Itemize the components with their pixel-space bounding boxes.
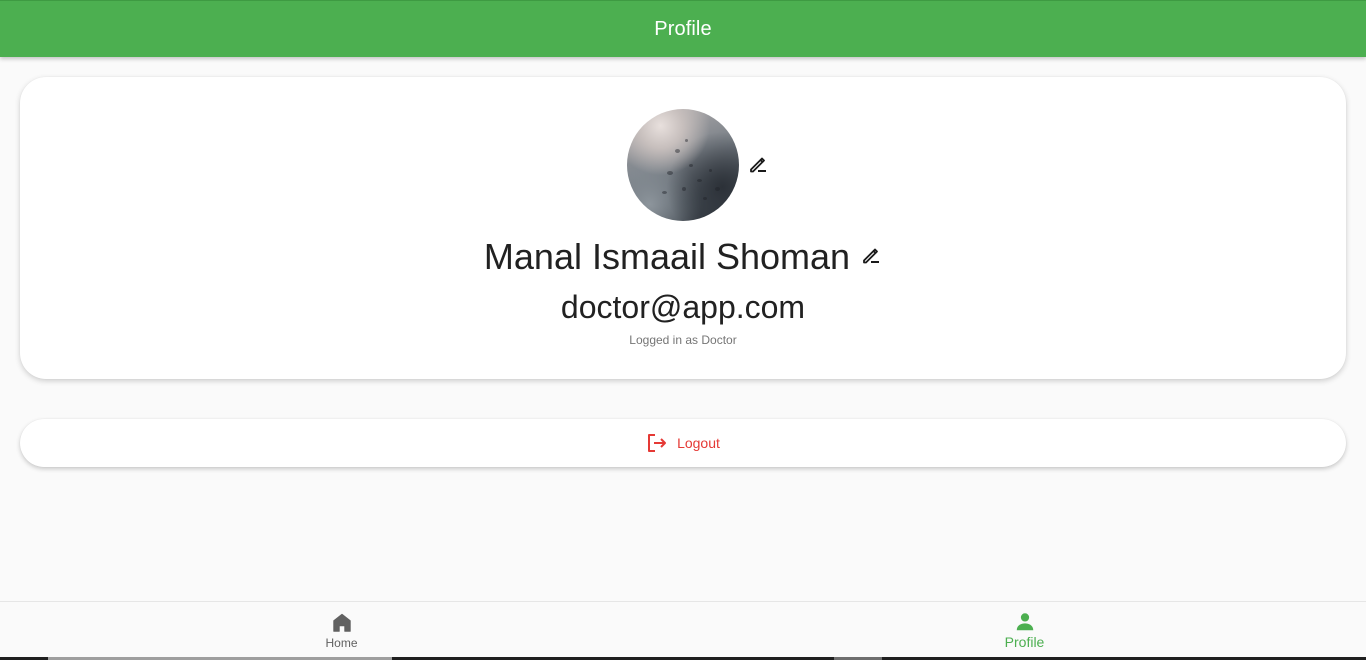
page-title: Profile [654, 17, 712, 40]
avatar [627, 109, 739, 221]
avatar-row [20, 109, 1346, 221]
edit-photo-button[interactable] [747, 155, 769, 177]
nav-label-profile: Profile [1004, 634, 1045, 650]
user-name: Manal Ismaail Shoman [483, 236, 851, 277]
user-email: doctor@app.com [560, 289, 806, 325]
bottom-navigation: Home Profile [0, 601, 1366, 660]
person-icon [1013, 610, 1037, 634]
logout-label: Logout [677, 435, 720, 451]
edit-pencil-icon [748, 154, 768, 179]
nav-item-home[interactable]: Home [0, 602, 683, 658]
profile-card: Manal Ismaail Shoman doctor@app.com Logg… [20, 77, 1346, 379]
name-row: Manal Ismaail Shoman [20, 235, 1346, 279]
edit-name-button[interactable] [860, 246, 882, 268]
role-text: Logged in as Doctor [629, 333, 737, 347]
edit-pencil-icon [861, 245, 881, 270]
logout-icon [646, 432, 668, 454]
nav-item-profile[interactable]: Profile [683, 602, 1366, 658]
nav-label-home: Home [325, 635, 358, 650]
home-icon [330, 611, 354, 635]
app-bar: Profile [0, 0, 1366, 57]
logout-button[interactable]: Logout [20, 419, 1346, 467]
